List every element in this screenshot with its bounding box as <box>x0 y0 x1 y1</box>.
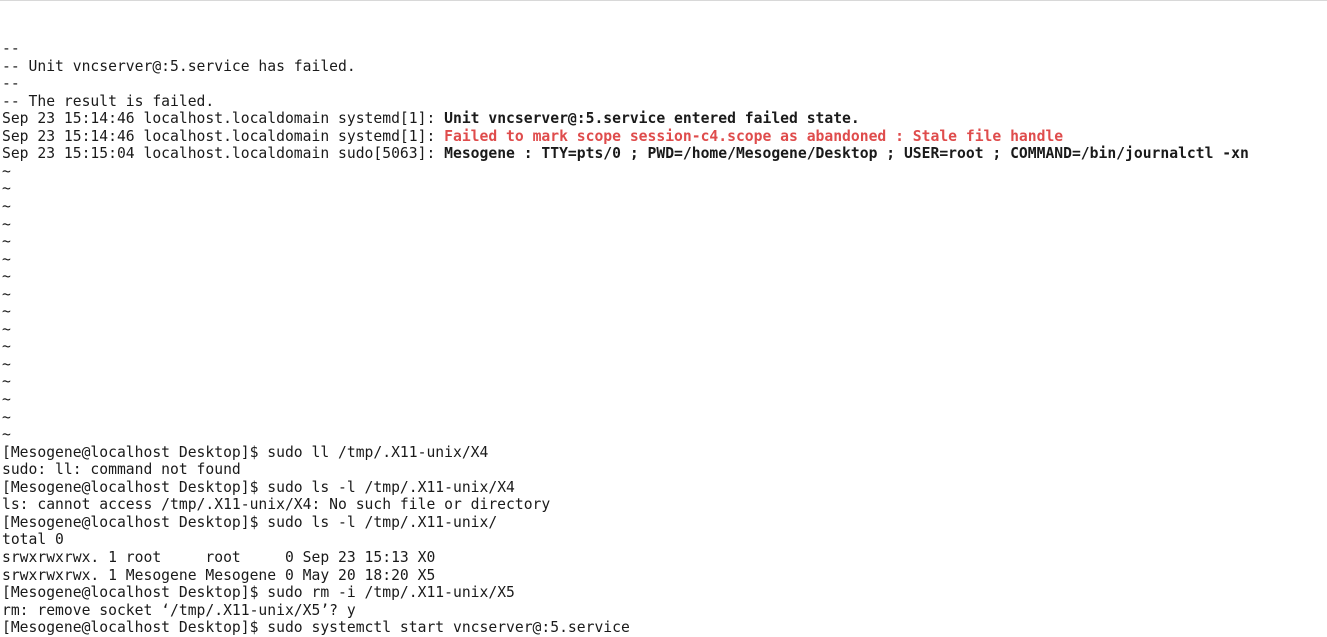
empty-line-marker-row: ~ <box>2 163 1327 181</box>
shell-command-line: [Mesogene@localhost Desktop]$ sudo ls -l… <box>2 479 1327 497</box>
log-entry-error-message: Failed to mark scope session-c4.scope as… <box>444 127 1064 145</box>
empty-line-marker-row: ~ <box>2 321 1327 339</box>
tilde-marker: ~ <box>2 285 11 303</box>
shell-command-line: [Mesogene@localhost Desktop]$ sudo syste… <box>2 619 1327 637</box>
shell-prompt: [Mesogene@localhost Desktop]$ <box>2 619 268 637</box>
log-entry-prefix: Sep 23 15:14:46 localhost.localdomain sy… <box>2 127 445 145</box>
empty-line-marker-row: ~ <box>2 268 1327 286</box>
shell-command-text[interactable]: sudo ls -l /tmp/.X11-unix/X4 <box>267 479 515 496</box>
tilde-marker: ~ <box>2 338 11 356</box>
shell-output-line: total 0 <box>2 531 1327 549</box>
shell-output-line: ls: cannot access /tmp/.X11-unix/X4: No … <box>2 496 1327 514</box>
tilde-marker: ~ <box>2 320 11 338</box>
empty-line-marker-row: ~ <box>2 409 1327 427</box>
tilde-marker: ~ <box>2 250 11 268</box>
journal-header-text: -- Unit vncserver@:5.service has failed. <box>2 57 356 75</box>
tilde-marker: ~ <box>2 198 11 216</box>
tilde-marker: ~ <box>2 180 11 198</box>
empty-line-marker-row: ~ <box>2 180 1327 198</box>
journal-header-line: -- Unit vncserver@:5.service has failed. <box>2 58 1327 76</box>
empty-line-marker-row: ~ <box>2 426 1327 444</box>
shell-command-text[interactable]: sudo ll /tmp/.X11-unix/X4 <box>267 444 488 461</box>
shell-output-text: ls: cannot access /tmp/.X11-unix/X4: No … <box>2 496 551 514</box>
shell-prompt: [Mesogene@localhost Desktop]$ <box>2 584 268 602</box>
empty-line-marker-row: ~ <box>2 338 1327 356</box>
shell-output-line: srwxrwxrwx. 1 root root 0 Sep 23 15:13 X… <box>2 549 1327 567</box>
shell-prompt: [Mesogene@localhost Desktop]$ <box>2 478 268 496</box>
shell-output-line: srwxrwxrwx. 1 Mesogene Mesogene 0 May 20… <box>2 567 1327 585</box>
terminal-output-area: -- -- Unit vncserver@:5.service has faile… <box>2 40 1327 637</box>
shell-output-text: srwxrwxrwx. 1 Mesogene Mesogene 0 May 20… <box>2 566 436 584</box>
empty-line-marker-row: ~ <box>2 216 1327 234</box>
tilde-marker: ~ <box>2 215 11 233</box>
log-entry-prefix: Sep 23 15:15:04 localhost.localdomain su… <box>2 145 445 163</box>
tilde-marker: ~ <box>2 408 11 426</box>
shell-command-line: [Mesogene@localhost Desktop]$ sudo rm -i… <box>2 584 1327 602</box>
shell-output-text: srwxrwxrwx. 1 root root 0 Sep 23 15:13 X… <box>2 548 436 566</box>
empty-line-marker-row: ~ <box>2 303 1327 321</box>
journal-header-text: -- <box>2 40 20 58</box>
tilde-marker: ~ <box>2 233 11 251</box>
tilde-marker: ~ <box>2 373 11 391</box>
empty-line-marker-row: ~ <box>2 286 1327 304</box>
shell-output-text: sudo: ll: command not found <box>2 461 241 479</box>
log-entry-line: Sep 23 15:14:46 localhost.localdomain sy… <box>2 128 1327 146</box>
tilde-marker: ~ <box>2 303 11 321</box>
shell-command-text[interactable]: sudo ls -l /tmp/.X11-unix/ <box>267 514 497 531</box>
shell-output-text: rm: remove socket ‘/tmp/.X11-unix/X5’? y <box>2 601 356 619</box>
journal-header-line: -- <box>2 40 1327 58</box>
tilde-marker: ~ <box>2 426 11 444</box>
journal-header-text: -- <box>2 75 20 93</box>
log-entry-line: Sep 23 15:14:46 localhost.localdomain sy… <box>2 110 1327 128</box>
log-entry-message: Unit vncserver@:5.service entered failed… <box>444 110 860 128</box>
journal-header-text: -- The result is failed. <box>2 92 215 110</box>
empty-line-marker-row: ~ <box>2 356 1327 374</box>
terminal-window[interactable]: -- -- Unit vncserver@:5.service has faile… <box>0 0 1327 637</box>
tilde-marker: ~ <box>2 268 11 286</box>
shell-command-text[interactable]: sudo rm -i /tmp/.X11-unix/X5 <box>267 584 515 601</box>
journal-header-line: -- The result is failed. <box>2 93 1327 111</box>
shell-command-text[interactable]: sudo systemctl start vncserver@:5.servic… <box>267 619 630 636</box>
journal-header-line: -- <box>2 75 1327 93</box>
empty-line-marker-row: ~ <box>2 198 1327 216</box>
log-entry-line: Sep 23 15:15:04 localhost.localdomain su… <box>2 145 1327 163</box>
shell-prompt: [Mesogene@localhost Desktop]$ <box>2 513 268 531</box>
empty-line-marker-row: ~ <box>2 233 1327 251</box>
tilde-marker: ~ <box>2 162 11 180</box>
shell-command-line: [Mesogene@localhost Desktop]$ sudo ls -l… <box>2 514 1327 532</box>
shell-output-text: total 0 <box>2 531 64 549</box>
shell-command-line: [Mesogene@localhost Desktop]$ sudo ll /t… <box>2 444 1327 462</box>
empty-line-marker-row: ~ <box>2 391 1327 409</box>
log-entry-message: Mesogene : TTY=pts/0 ; PWD=/home/Mesogen… <box>444 145 1249 163</box>
shell-output-line: rm: remove socket ‘/tmp/.X11-unix/X5’? y <box>2 602 1327 620</box>
empty-line-marker-row: ~ <box>2 373 1327 391</box>
tilde-marker: ~ <box>2 355 11 373</box>
log-entry-prefix: Sep 23 15:14:46 localhost.localdomain sy… <box>2 110 445 128</box>
empty-line-marker-row: ~ <box>2 251 1327 269</box>
shell-prompt: [Mesogene@localhost Desktop]$ <box>2 443 268 461</box>
tilde-marker: ~ <box>2 391 11 409</box>
shell-output-line: sudo: ll: command not found <box>2 461 1327 479</box>
